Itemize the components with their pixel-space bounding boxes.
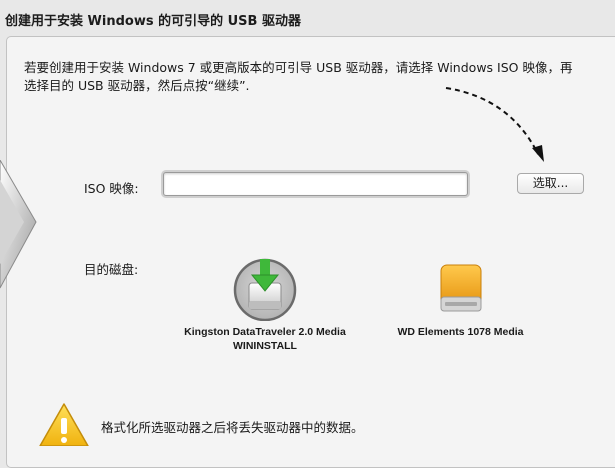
iso-image-field[interactable]: [163, 172, 468, 196]
iso-image-label: ISO 映像:: [84, 181, 139, 196]
external-hard-drive-icon: [440, 264, 481, 312]
warning-triangle-icon: [39, 403, 89, 446]
warning-text: 格式化所选驱动器之后将丢失驱动器中的数据。: [101, 420, 364, 435]
destination-disk-label: 目的磁盘:: [84, 262, 139, 277]
disk-item-wd-elements[interactable]: WD Elements 1078 Media: [378, 255, 543, 339]
section-title: 创建用于安装 Windows 的可引导的 USB 驱动器: [5, 14, 301, 29]
dashed-arrow-icon: [445, 87, 544, 162]
installer-graphic-icon: [0, 160, 37, 289]
usb-drive-install-icon: [233, 258, 297, 322]
disk-name: WD Elements 1078 Media: [397, 326, 524, 338]
disk-name: Kingston DataTraveler 2.0 Media: [184, 326, 346, 338]
choose-button[interactable]: 选取...: [517, 173, 584, 194]
disk-volume-name: WININSTALL: [233, 340, 297, 352]
disk-item-kingston[interactable]: Kingston DataTraveler 2.0 Media WININSTA…: [160, 255, 370, 353]
